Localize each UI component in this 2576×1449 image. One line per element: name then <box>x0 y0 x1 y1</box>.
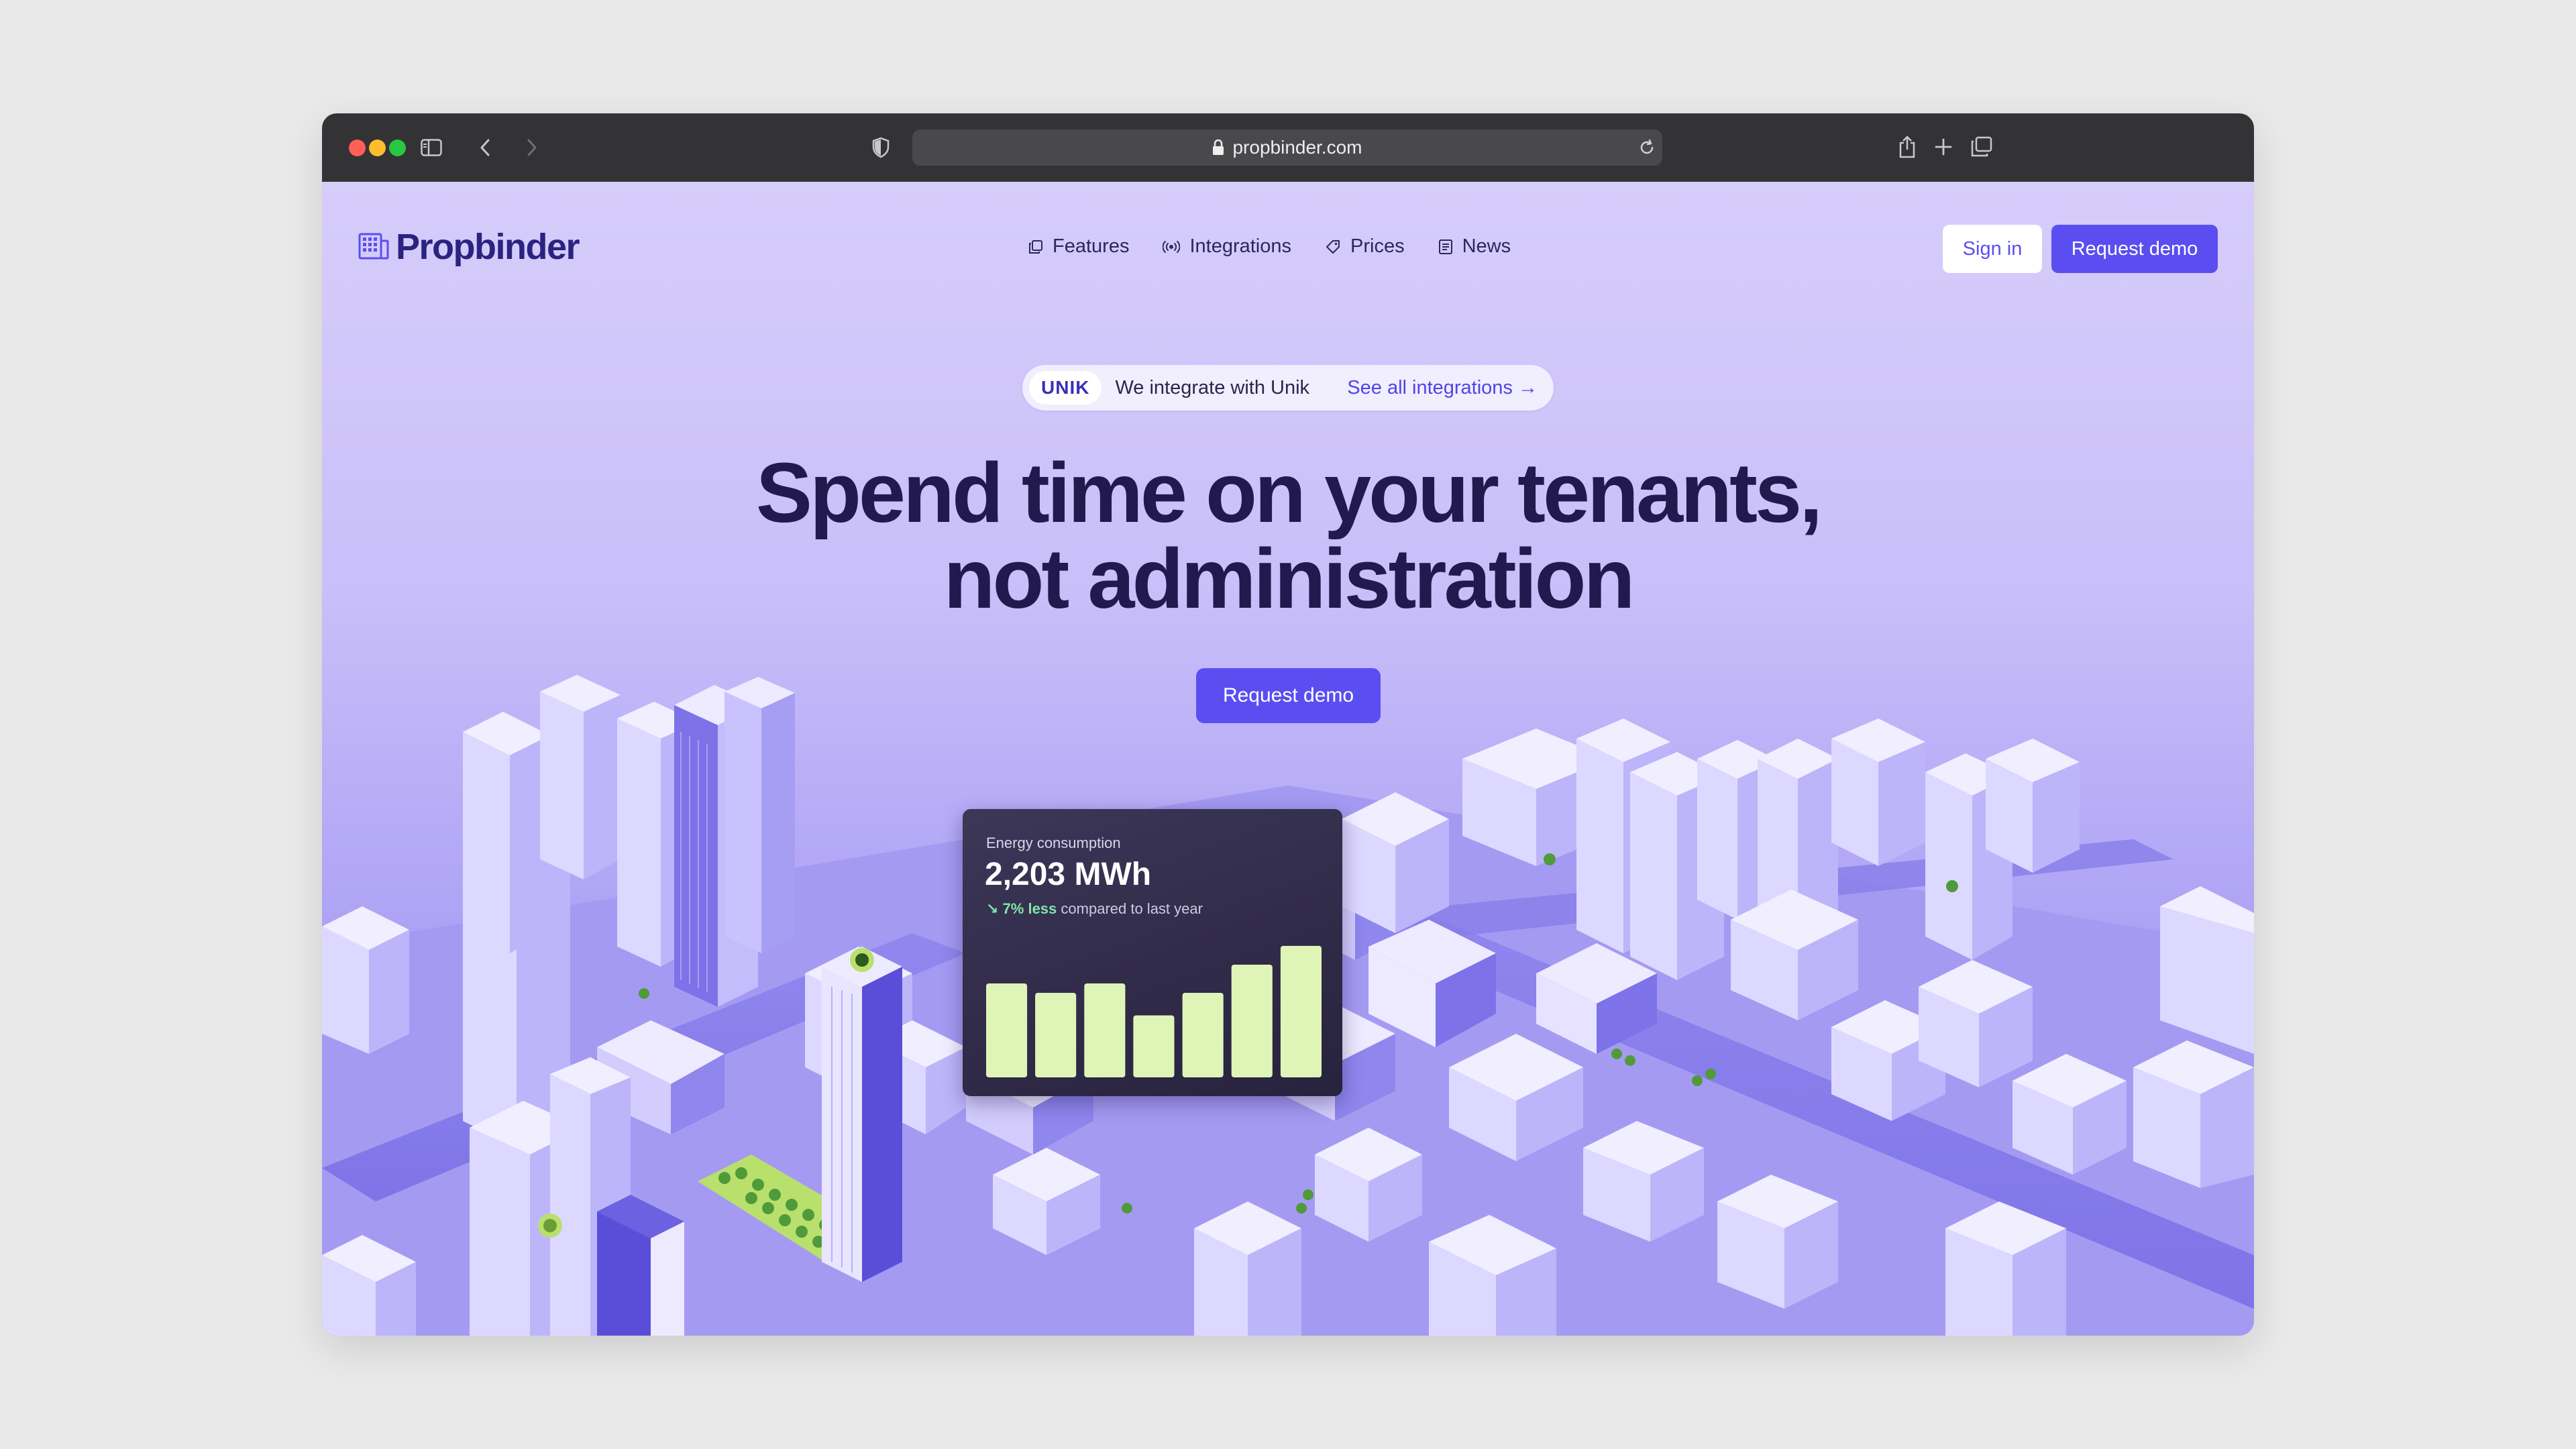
energy-bar <box>1231 965 1273 1077</box>
map-marker <box>850 948 874 972</box>
request-demo-hero-button[interactable]: Request demo <box>1196 668 1381 723</box>
energy-compare-text: compared to last year <box>1061 900 1203 917</box>
copy-icon <box>1028 239 1043 254</box>
nav-news-label: News <box>1462 235 1511 257</box>
hero-title: Spend time on your tenants, not administ… <box>322 450 2254 622</box>
back-icon[interactable] <box>474 136 496 159</box>
newspaper-icon <box>1438 239 1453 255</box>
see-all-integrations-link[interactable]: See all integrations → <box>1347 377 1538 399</box>
logo[interactable]: Propbinder <box>358 226 580 268</box>
main-nav: Features Integrations Prices News <box>1028 235 1511 258</box>
energy-bar <box>986 983 1028 1077</box>
energy-consumption-card: Energy consumption 2,203 MWh ↘ 7% less c… <box>963 809 1342 1096</box>
city-illustration <box>322 675 2254 1336</box>
hero-title-line-2: not administration <box>943 531 1635 626</box>
energy-delta: ↘ 7% less <box>986 900 1057 917</box>
building-logo-icon <box>358 233 389 261</box>
energy-card-label: Energy consumption <box>986 835 1121 851</box>
energy-bar <box>1084 983 1126 1077</box>
reload-icon[interactable] <box>1638 138 1656 157</box>
close-window-button[interactable] <box>349 140 366 156</box>
tab-overview-icon[interactable] <box>1969 136 1994 158</box>
sidebar-toggle-icon[interactable] <box>420 136 443 159</box>
privacy-shield-icon[interactable] <box>869 136 892 160</box>
new-tab-icon[interactable] <box>1932 136 1955 158</box>
nav-news[interactable]: News <box>1438 235 1511 258</box>
energy-card-comparison: ↘ 7% less compared to last year <box>986 900 1203 918</box>
hero-title-line-1: Spend time on your tenants, <box>755 445 1823 540</box>
energy-bar <box>1280 946 1322 1077</box>
web-page: Propbinder Features Integrations Prices <box>322 182 2254 1336</box>
nav-prices-label: Prices <box>1350 235 1405 257</box>
integration-announcement: UNIK We integrate with Unik See all inte… <box>1022 365 1554 411</box>
url-text: propbinder.com <box>1232 137 1362 158</box>
browser-window: propbinder.com Propbinder Features Integ… <box>322 113 2254 1336</box>
tag-icon <box>1325 239 1341 255</box>
energy-bar <box>1182 993 1224 1077</box>
request-demo-header-button[interactable]: Request demo <box>2051 225 2218 273</box>
energy-bar <box>1133 1015 1175 1077</box>
browser-toolbar: propbinder.com <box>322 113 2254 182</box>
energy-card-value: 2,203 MWh <box>985 857 1152 892</box>
minimize-window-button[interactable] <box>369 140 386 156</box>
maximize-window-button[interactable] <box>389 140 406 156</box>
nav-prices[interactable]: Prices <box>1325 235 1405 258</box>
address-bar[interactable]: propbinder.com <box>912 129 1662 166</box>
nav-integrations-label: Integrations <box>1189 235 1291 257</box>
lock-icon <box>1212 140 1224 156</box>
announcement-text: We integrate with Unik <box>1115 376 1310 398</box>
broadcast-icon <box>1163 239 1181 254</box>
energy-bar-chart <box>986 946 1322 1077</box>
nav-integrations[interactable]: Integrations <box>1163 235 1291 258</box>
forward-icon[interactable] <box>521 136 543 159</box>
share-icon[interactable] <box>1896 133 1919 160</box>
nav-features-label: Features <box>1053 235 1130 257</box>
nav-features[interactable]: Features <box>1028 235 1129 258</box>
logo-text: Propbinder <box>396 227 580 267</box>
energy-bar <box>1035 993 1077 1077</box>
unik-badge: UNIK <box>1029 371 1102 405</box>
sign-in-button[interactable]: Sign in <box>1943 225 2042 273</box>
